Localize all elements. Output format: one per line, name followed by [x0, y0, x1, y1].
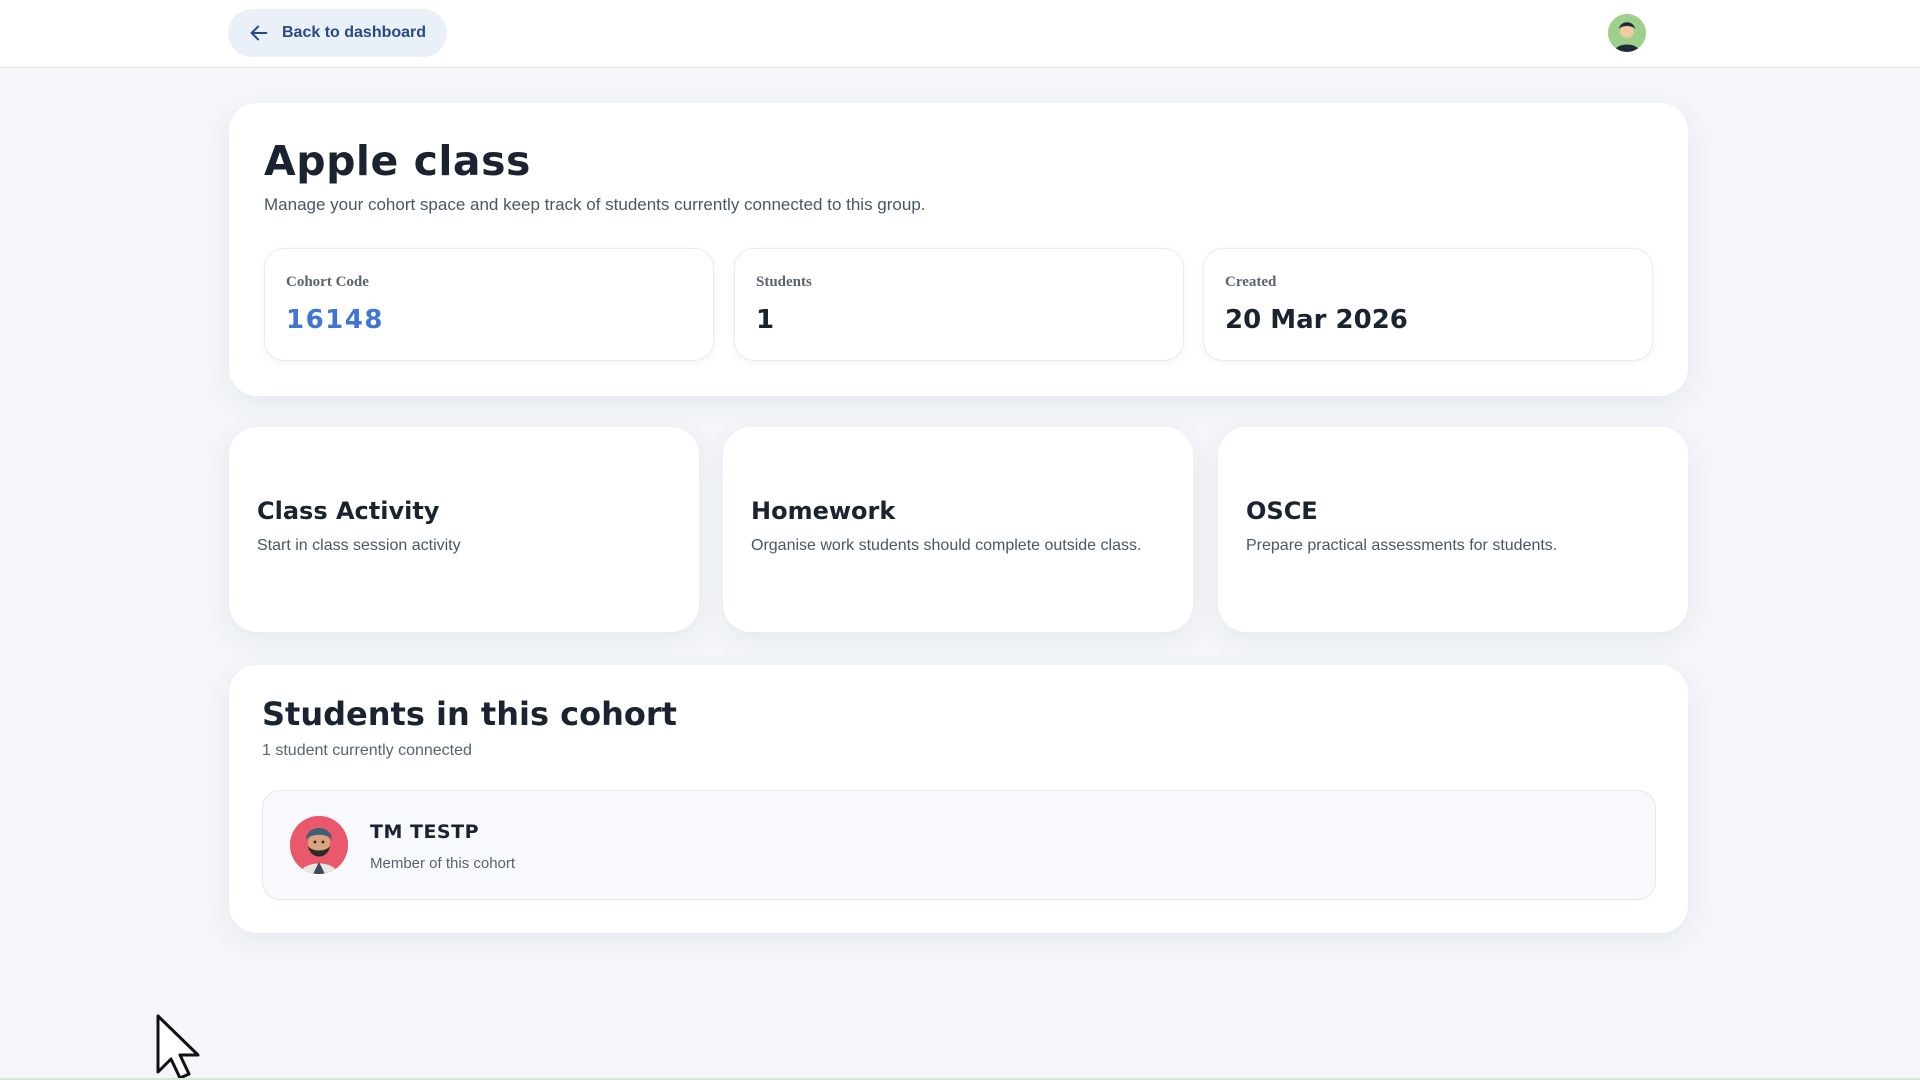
- back-button-label: Back to dashboard: [282, 24, 427, 41]
- osce-card[interactable]: OSCE Prepare practical assessments for s…: [1218, 427, 1688, 632]
- stat-label: Students: [756, 274, 812, 290]
- stat-label: Created: [1225, 274, 1277, 290]
- student-name: TM TESTP: [370, 821, 479, 843]
- feature-description: Start in class session activity: [257, 537, 461, 554]
- stat-cohort-code: Cohort Code 16148: [264, 248, 714, 361]
- user-avatar-icon[interactable]: [1608, 14, 1646, 52]
- page-subtitle: Manage your cohort space and keep track …: [264, 195, 926, 214]
- feature-description: Prepare practical assessments for studen…: [1246, 537, 1558, 554]
- student-avatar-icon: [290, 816, 348, 874]
- homework-card[interactable]: Homework Organise work students should c…: [723, 427, 1193, 632]
- student-role: Member of this cohort: [370, 855, 516, 872]
- created-date-value: 20 Mar 2026: [1225, 305, 1408, 335]
- class-activity-card[interactable]: Class Activity Start in class session ac…: [229, 427, 699, 632]
- stat-created: Created 20 Mar 2026: [1203, 248, 1653, 361]
- students-section-subtitle: 1 student currently connected: [262, 742, 472, 759]
- feature-description: Organise work students should complete o…: [751, 537, 1142, 554]
- students-count-value: 1: [756, 305, 775, 335]
- feature-title: OSCE: [1246, 497, 1318, 525]
- feature-title: Class Activity: [257, 497, 440, 525]
- cohort-code-value[interactable]: 16148: [286, 305, 384, 335]
- mouse-cursor-icon: [156, 1014, 200, 1080]
- cohort-header-card: Apple class Manage your cohort space and…: [229, 103, 1688, 396]
- back-to-dashboard-button[interactable]: Back to dashboard: [228, 9, 447, 57]
- arrow-left-icon: [250, 25, 268, 41]
- student-list-item[interactable]: TM TESTP Member of this cohort: [262, 790, 1656, 900]
- top-bar: Back to dashboard: [0, 0, 1920, 68]
- page-title: Apple class: [264, 137, 531, 185]
- stat-students: Students 1: [734, 248, 1184, 361]
- feature-title: Homework: [751, 497, 896, 525]
- stat-label: Cohort Code: [286, 274, 369, 290]
- students-card: Students in this cohort 1 student curren…: [229, 665, 1688, 933]
- students-section-title: Students in this cohort: [262, 695, 677, 733]
